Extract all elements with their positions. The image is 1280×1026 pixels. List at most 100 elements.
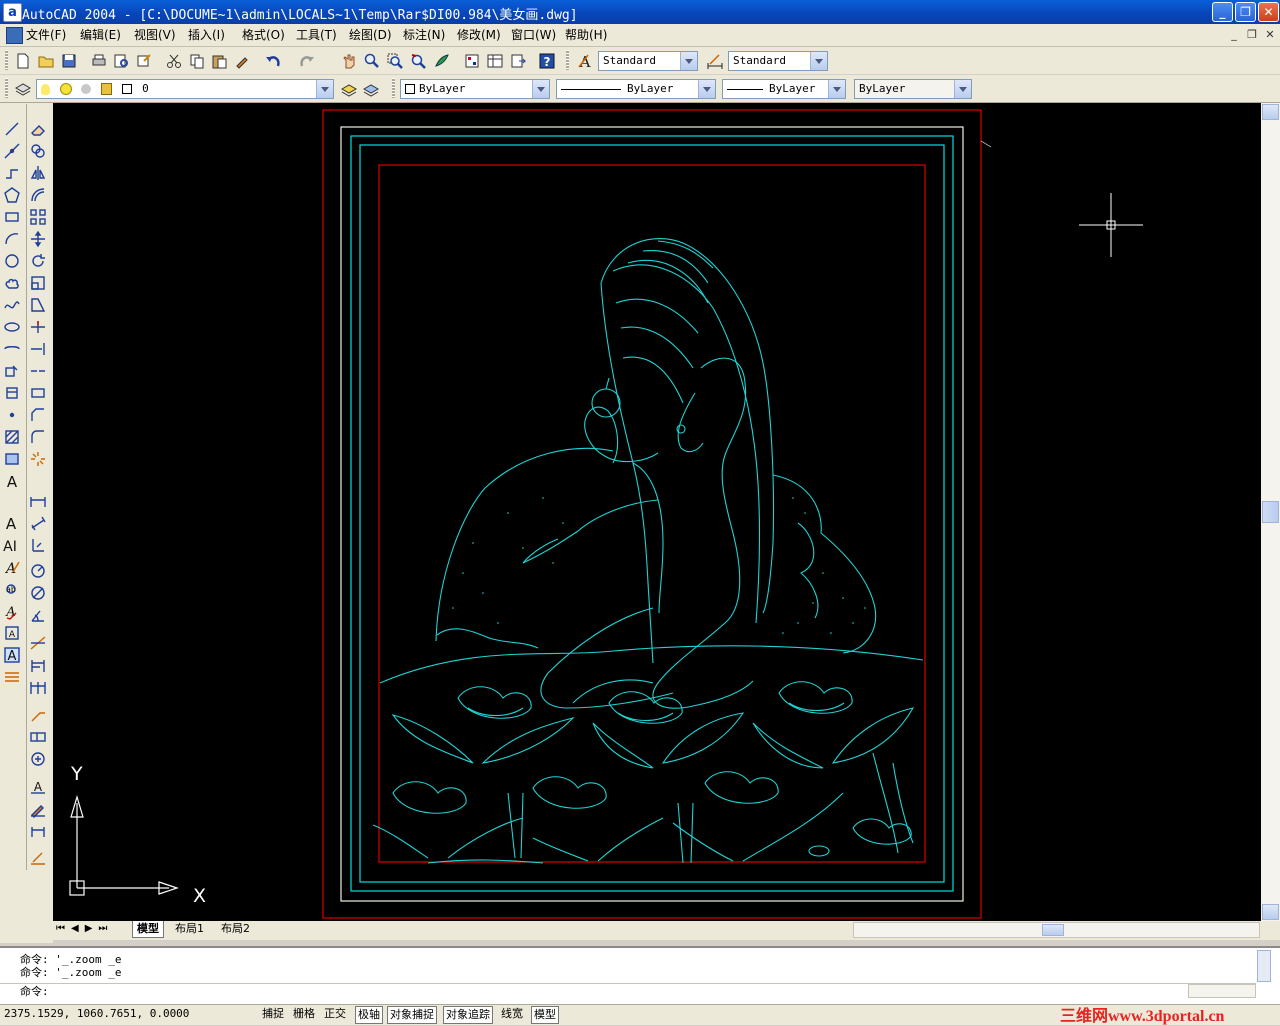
aligned-dimension-icon[interactable] [27, 512, 49, 534]
scroll-up-button[interactable] [1262, 104, 1279, 120]
copy-icon[interactable] [186, 50, 208, 72]
dimension-update-icon[interactable] [27, 820, 49, 842]
otrack-toggle[interactable]: 对象追踪 [443, 1006, 493, 1024]
menu-modify[interactable]: 修改(M) [457, 27, 501, 43]
doc-restore-button[interactable]: ❐ [1244, 27, 1260, 42]
autocad-app-icon[interactable]: a [3, 3, 22, 22]
ellipse-arc-icon[interactable] [1, 338, 23, 360]
polar-toggle[interactable]: 极轴 [355, 1006, 383, 1024]
help-icon[interactable]: ? [536, 50, 558, 72]
continue-dimension-icon[interactable] [27, 676, 49, 698]
fillet-icon[interactable] [27, 426, 49, 448]
dim-style-icon[interactable] [704, 50, 726, 72]
find-text-icon[interactable]: ab [1, 578, 23, 600]
region-icon[interactable] [1, 448, 23, 470]
text-style-side-icon[interactable]: A [1, 556, 23, 578]
open-file-icon[interactable] [35, 50, 57, 72]
menu-window[interactable]: 窗口(W) [511, 27, 556, 43]
vertical-scroll-thumb[interactable] [1262, 501, 1279, 523]
dbconnect-icon[interactable] [507, 50, 529, 72]
dim-style-select[interactable]: Standard [728, 51, 828, 71]
lineweight-select[interactable]: ByLayer [722, 79, 846, 99]
diameter-dimension-icon[interactable] [27, 582, 49, 604]
tolerance-icon[interactable] [27, 726, 49, 748]
tab-navigation-arrows[interactable]: ⏮◀▶⏭ [56, 923, 113, 934]
tab-layout2[interactable]: 布局2 [217, 921, 254, 937]
zoom-window-icon[interactable] [384, 50, 406, 72]
coordinate-display[interactable]: 2375.1529, 1060.7651, 0.0000 [4, 1007, 189, 1020]
menu-dimension[interactable]: 标注(N) [403, 27, 445, 43]
new-file-icon[interactable] [12, 50, 34, 72]
rotate-icon[interactable] [27, 250, 49, 272]
design-center-icon[interactable] [484, 50, 506, 72]
radius-dimension-icon[interactable] [27, 560, 49, 582]
restore-button[interactable]: ❐ [1235, 2, 1256, 22]
linetype-select[interactable]: ByLayer [556, 79, 716, 99]
circle-icon[interactable] [1, 250, 23, 272]
multiline-text-icon[interactable]: A [1, 470, 23, 492]
spell-check-icon[interactable]: A [1, 600, 23, 622]
ellipse-icon[interactable] [1, 316, 23, 338]
menu-format[interactable]: 格式(O) [242, 27, 285, 43]
text-style-icon[interactable]: A [574, 50, 596, 72]
construction-line-icon[interactable] [1, 140, 23, 162]
menu-draw[interactable]: 绘图(D) [349, 27, 392, 43]
document-icon[interactable] [6, 27, 23, 44]
properties-toolbar-grip[interactable] [392, 78, 395, 98]
scroll-down-button[interactable] [1262, 904, 1279, 920]
copy-object-icon[interactable] [27, 140, 49, 162]
text-justify-icon[interactable]: A [1, 644, 23, 666]
baseline-dimension-icon[interactable] [27, 654, 49, 676]
single-line-text-icon[interactable]: A [1, 512, 23, 534]
toolbar-grip[interactable] [5, 50, 8, 70]
command-scrollbar[interactable] [1257, 950, 1271, 982]
polygon-icon[interactable] [1, 184, 23, 206]
layer-previous-icon[interactable] [360, 78, 382, 100]
lineweight-toggle[interactable]: 线宽 [499, 1006, 525, 1022]
arc-icon[interactable] [1, 228, 23, 250]
layers-toolbar-grip[interactable] [5, 78, 8, 98]
make-block-icon[interactable] [1, 382, 23, 404]
minimize-button[interactable]: _ [1212, 2, 1233, 22]
undo-icon[interactable] [262, 50, 284, 72]
mirror-icon[interactable] [27, 162, 49, 184]
dimension-style-side-icon[interactable] [27, 848, 49, 870]
layer-manager-icon[interactable] [12, 78, 34, 100]
text-style-select[interactable]: Standard [598, 51, 698, 71]
color-select[interactable]: ByLayer [400, 79, 550, 99]
explode-icon[interactable] [27, 448, 49, 470]
spline-icon[interactable] [1, 294, 23, 316]
hatch-icon[interactable] [1, 426, 23, 448]
print-icon[interactable] [88, 50, 110, 72]
osnap-toggle[interactable]: 对象捕捉 [387, 1006, 437, 1024]
menu-insert[interactable]: 插入(I) [188, 27, 225, 43]
layer-select[interactable]: 0 [36, 79, 334, 99]
tool-palettes-icon[interactable] [431, 50, 453, 72]
point-icon[interactable] [1, 404, 23, 426]
ordinate-dimension-icon[interactable] [27, 534, 49, 556]
array-icon[interactable] [27, 206, 49, 228]
menu-view[interactable]: 视图(V) [134, 27, 176, 43]
dimension-edit-icon[interactable]: A [27, 776, 49, 798]
save-icon[interactable] [58, 50, 80, 72]
close-button[interactable]: ✕ [1258, 2, 1279, 22]
insert-block-icon[interactable] [1, 360, 23, 382]
menu-tools[interactable]: 工具(T) [296, 27, 337, 43]
break-at-point-icon[interactable] [27, 360, 49, 382]
zoom-previous-icon[interactable] [407, 50, 429, 72]
angular-dimension-icon[interactable] [27, 604, 49, 626]
menu-edit[interactable]: 编辑(E) [80, 27, 121, 43]
zoom-realtime-icon[interactable] [361, 50, 383, 72]
stretch-icon[interactable] [27, 294, 49, 316]
grid-toggle[interactable]: 栅格 [291, 1006, 317, 1022]
center-mark-icon[interactable] [27, 748, 49, 770]
drawing-area[interactable]: Y X [53, 103, 1261, 921]
convert-text-icon[interactable] [1, 666, 23, 688]
command-input[interactable] [0, 983, 1256, 1001]
paste-icon[interactable] [208, 50, 230, 72]
menu-file[interactable]: 文件(F) [26, 27, 66, 43]
vertical-scrollbar[interactable] [1261, 103, 1280, 921]
make-object-layer-current-icon[interactable] [338, 78, 360, 100]
move-icon[interactable] [27, 228, 49, 250]
polyline-icon[interactable] [1, 162, 23, 184]
